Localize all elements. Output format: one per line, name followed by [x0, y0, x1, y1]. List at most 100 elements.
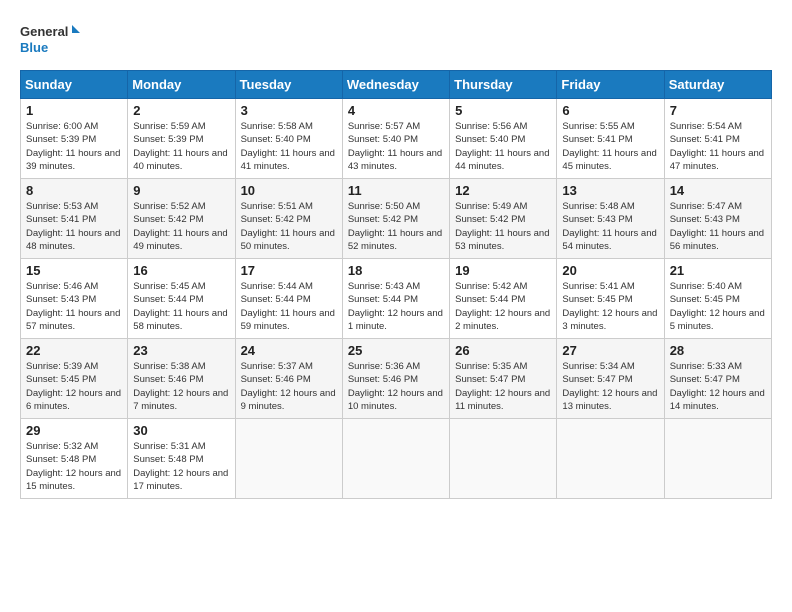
- day-info: Sunrise: 5:36 AMSunset: 5:46 PMDaylight:…: [348, 360, 444, 413]
- calendar-week-row: 29Sunrise: 5:32 AMSunset: 5:48 PMDayligh…: [21, 419, 772, 499]
- calendar-day-cell: 15 Sunrise: 5:46 AMSunset: 5:43 PMDayligh…: [21, 259, 128, 339]
- day-number: 6: [562, 103, 658, 118]
- day-info: Sunrise: 5:50 AMSunset: 5:42 PMDaylight:…: [348, 200, 444, 253]
- calendar-day-cell: 10 Sunrise: 5:51 AMSunset: 5:42 PMDayligh…: [235, 179, 342, 259]
- day-number: 11: [348, 183, 444, 198]
- calendar-day-cell: 20 Sunrise: 5:41 AMSunset: 5:45 PMDayligh…: [557, 259, 664, 339]
- logo: General Blue: [20, 20, 80, 60]
- day-number: 13: [562, 183, 658, 198]
- calendar-day-cell: 25 Sunrise: 5:36 AMSunset: 5:46 PMDayligh…: [342, 339, 449, 419]
- day-number: 16: [133, 263, 229, 278]
- svg-text:Blue: Blue: [20, 40, 48, 55]
- day-info: Sunrise: 5:58 AMSunset: 5:40 PMDaylight:…: [241, 120, 337, 173]
- day-info: Sunrise: 5:41 AMSunset: 5:45 PMDaylight:…: [562, 280, 658, 333]
- weekday-header-cell: Wednesday: [342, 71, 449, 99]
- calendar-week-row: 15 Sunrise: 5:46 AMSunset: 5:43 PMDayligh…: [21, 259, 772, 339]
- day-number: 30: [133, 423, 229, 438]
- day-number: 20: [562, 263, 658, 278]
- calendar-day-cell: 29Sunrise: 5:32 AMSunset: 5:48 PMDayligh…: [21, 419, 128, 499]
- calendar-day-cell: [450, 419, 557, 499]
- calendar-day-cell: 16 Sunrise: 5:45 AMSunset: 5:44 PMDayligh…: [128, 259, 235, 339]
- day-number: 9: [133, 183, 229, 198]
- day-number: 22: [26, 343, 122, 358]
- day-info: Sunrise: 5:54 AMSunset: 5:41 PMDaylight:…: [670, 120, 766, 173]
- calendar-day-cell: 4Sunrise: 5:57 AMSunset: 5:40 PMDaylight…: [342, 99, 449, 179]
- calendar-day-cell: 28 Sunrise: 5:33 AMSunset: 5:47 PMDayligh…: [664, 339, 771, 419]
- calendar-week-row: 1 Sunrise: 6:00 AMSunset: 5:39 PMDaylight…: [21, 99, 772, 179]
- calendar-day-cell: 14Sunrise: 5:47 AMSunset: 5:43 PMDayligh…: [664, 179, 771, 259]
- day-number: 7: [670, 103, 766, 118]
- calendar-day-cell: [342, 419, 449, 499]
- day-number: 12: [455, 183, 551, 198]
- day-number: 24: [241, 343, 337, 358]
- day-info: Sunrise: 5:48 AMSunset: 5:43 PMDaylight:…: [562, 200, 658, 253]
- day-number: 1: [26, 103, 122, 118]
- page-header: General Blue: [20, 20, 772, 60]
- weekday-header-cell: Saturday: [664, 71, 771, 99]
- calendar-day-cell: 7 Sunrise: 5:54 AMSunset: 5:41 PMDaylight…: [664, 99, 771, 179]
- calendar-day-cell: 6 Sunrise: 5:55 AMSunset: 5:41 PMDaylight…: [557, 99, 664, 179]
- day-info: Sunrise: 5:49 AMSunset: 5:42 PMDaylight:…: [455, 200, 551, 253]
- weekday-header-cell: Monday: [128, 71, 235, 99]
- day-number: 21: [670, 263, 766, 278]
- calendar-day-cell: 3 Sunrise: 5:58 AMSunset: 5:40 PMDaylight…: [235, 99, 342, 179]
- day-info: Sunrise: 5:33 AMSunset: 5:47 PMDaylight:…: [670, 360, 766, 413]
- calendar-day-cell: [664, 419, 771, 499]
- calendar-day-cell: [557, 419, 664, 499]
- day-number: 19: [455, 263, 551, 278]
- day-info: Sunrise: 5:42 AMSunset: 5:44 PMDaylight:…: [455, 280, 551, 333]
- calendar-day-cell: 12 Sunrise: 5:49 AMSunset: 5:42 PMDayligh…: [450, 179, 557, 259]
- day-number: 23: [133, 343, 229, 358]
- day-number: 14: [670, 183, 766, 198]
- weekday-header-cell: Friday: [557, 71, 664, 99]
- day-info: Sunrise: 6:00 AMSunset: 5:39 PMDaylight:…: [26, 120, 122, 173]
- day-info: Sunrise: 5:45 AMSunset: 5:44 PMDaylight:…: [133, 280, 229, 333]
- day-number: 2: [133, 103, 229, 118]
- svg-text:General: General: [20, 24, 68, 39]
- day-info: Sunrise: 5:38 AMSunset: 5:46 PMDaylight:…: [133, 360, 229, 413]
- day-number: 27: [562, 343, 658, 358]
- day-info: Sunrise: 5:39 AMSunset: 5:45 PMDaylight:…: [26, 360, 122, 413]
- day-info: Sunrise: 5:31 AMSunset: 5:48 PMDaylight:…: [133, 440, 229, 493]
- day-info: Sunrise: 5:46 AMSunset: 5:43 PMDaylight:…: [26, 280, 122, 333]
- day-info: Sunrise: 5:59 AMSunset: 5:39 PMDaylight:…: [133, 120, 229, 173]
- logo-svg: General Blue: [20, 20, 80, 60]
- day-info: Sunrise: 5:52 AMSunset: 5:42 PMDaylight:…: [133, 200, 229, 253]
- calendar-day-cell: 26 Sunrise: 5:35 AMSunset: 5:47 PMDayligh…: [450, 339, 557, 419]
- calendar-day-cell: 27 Sunrise: 5:34 AMSunset: 5:47 PMDayligh…: [557, 339, 664, 419]
- day-number: 28: [670, 343, 766, 358]
- day-info: Sunrise: 5:55 AMSunset: 5:41 PMDaylight:…: [562, 120, 658, 173]
- weekday-header-cell: Tuesday: [235, 71, 342, 99]
- calendar-day-cell: 24 Sunrise: 5:37 AMSunset: 5:46 PMDayligh…: [235, 339, 342, 419]
- calendar-week-row: 22 Sunrise: 5:39 AMSunset: 5:45 PMDayligh…: [21, 339, 772, 419]
- day-info: Sunrise: 5:40 AMSunset: 5:45 PMDaylight:…: [670, 280, 766, 333]
- day-number: 29: [26, 423, 122, 438]
- calendar-day-cell: 8Sunrise: 5:53 AMSunset: 5:41 PMDaylight…: [21, 179, 128, 259]
- day-number: 10: [241, 183, 337, 198]
- calendar-day-cell: 30 Sunrise: 5:31 AMSunset: 5:48 PMDayligh…: [128, 419, 235, 499]
- day-info: Sunrise: 5:34 AMSunset: 5:47 PMDaylight:…: [562, 360, 658, 413]
- weekday-header-cell: Sunday: [21, 71, 128, 99]
- day-number: 15: [26, 263, 122, 278]
- calendar-day-cell: 18Sunrise: 5:43 AMSunset: 5:44 PMDayligh…: [342, 259, 449, 339]
- calendar-day-cell: [235, 419, 342, 499]
- day-number: 18: [348, 263, 444, 278]
- calendar-day-cell: 9 Sunrise: 5:52 AMSunset: 5:42 PMDaylight…: [128, 179, 235, 259]
- day-info: Sunrise: 5:37 AMSunset: 5:46 PMDaylight:…: [241, 360, 337, 413]
- day-number: 25: [348, 343, 444, 358]
- day-info: Sunrise: 5:35 AMSunset: 5:47 PMDaylight:…: [455, 360, 551, 413]
- day-info: Sunrise: 5:51 AMSunset: 5:42 PMDaylight:…: [241, 200, 337, 253]
- weekday-header-cell: Thursday: [450, 71, 557, 99]
- calendar-table: SundayMondayTuesdayWednesdayThursdayFrid…: [20, 70, 772, 499]
- calendar-day-cell: 17Sunrise: 5:44 AMSunset: 5:44 PMDayligh…: [235, 259, 342, 339]
- calendar-day-cell: 11 Sunrise: 5:50 AMSunset: 5:42 PMDayligh…: [342, 179, 449, 259]
- day-number: 26: [455, 343, 551, 358]
- calendar-day-cell: 22 Sunrise: 5:39 AMSunset: 5:45 PMDayligh…: [21, 339, 128, 419]
- calendar-week-row: 8Sunrise: 5:53 AMSunset: 5:41 PMDaylight…: [21, 179, 772, 259]
- calendar-day-cell: 21 Sunrise: 5:40 AMSunset: 5:45 PMDayligh…: [664, 259, 771, 339]
- weekday-header-row: SundayMondayTuesdayWednesdayThursdayFrid…: [21, 71, 772, 99]
- day-number: 3: [241, 103, 337, 118]
- day-info: Sunrise: 5:56 AMSunset: 5:40 PMDaylight:…: [455, 120, 551, 173]
- day-info: Sunrise: 5:57 AMSunset: 5:40 PMDaylight:…: [348, 120, 444, 173]
- calendar-day-cell: 13 Sunrise: 5:48 AMSunset: 5:43 PMDayligh…: [557, 179, 664, 259]
